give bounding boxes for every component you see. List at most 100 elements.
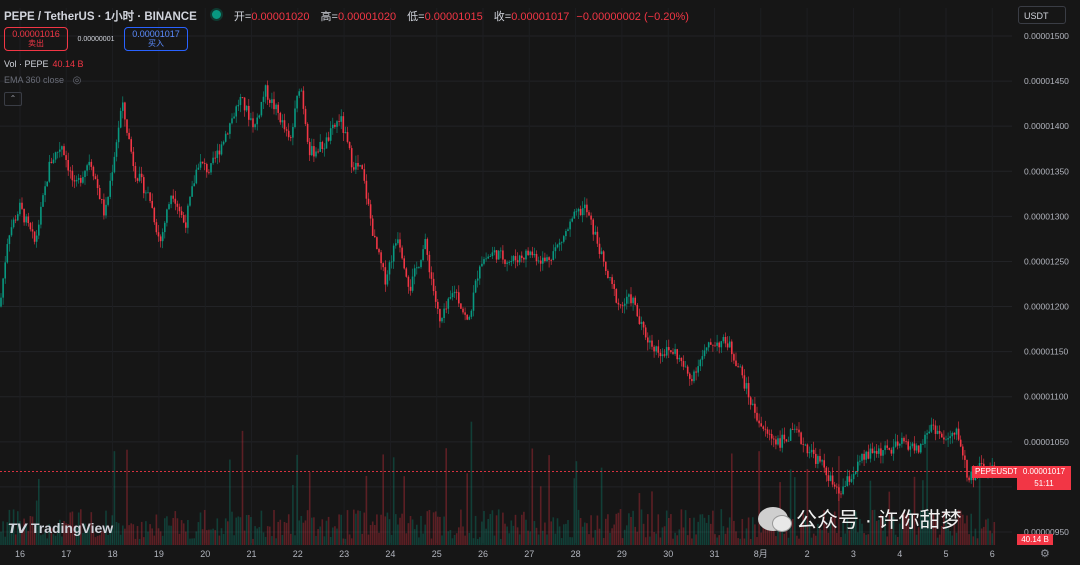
candle-body — [600, 251, 603, 254]
candle-body — [947, 438, 949, 440]
volume-bar — [308, 472, 311, 545]
volume-bar — [264, 536, 267, 545]
candle-body — [590, 215, 592, 220]
candle-body — [884, 445, 886, 451]
candle-body — [134, 166, 137, 179]
candle-body — [84, 170, 86, 178]
candle-body — [224, 133, 227, 142]
watermark-text: 公众号 · 许你甜梦 — [796, 509, 962, 532]
buy-button[interactable]: 0.00001017 买入 — [124, 27, 188, 51]
volume-bar — [395, 514, 397, 545]
candle-body — [726, 343, 729, 348]
volume-bar — [2, 521, 4, 545]
candle-body — [695, 371, 697, 373]
candle-body — [365, 180, 368, 199]
settings-gear-icon[interactable]: ⚙ — [1040, 547, 1050, 560]
candle-body — [348, 141, 351, 149]
candle-body — [892, 446, 895, 454]
candle-body — [285, 129, 288, 131]
volume-bar — [94, 537, 97, 545]
sell-button[interactable]: 0.00001016 卖出 — [4, 27, 68, 51]
price-axis[interactable]: 0.00001500 0.00001450 0.00001400 0.00001350… — [1024, 31, 1069, 537]
candle-body — [531, 251, 534, 256]
volume-bar — [573, 478, 576, 545]
candle-body — [266, 85, 269, 100]
volume-bar — [355, 513, 357, 545]
volume-bar — [227, 521, 229, 545]
candle-body — [605, 261, 607, 271]
volume-bar — [348, 534, 351, 545]
candle-body — [197, 167, 200, 170]
hidden-eye-icon[interactable]: ◎ — [73, 75, 82, 86]
candle-body — [315, 151, 317, 157]
volume-bar — [367, 534, 370, 545]
candle-body — [827, 475, 830, 481]
volume-bar — [376, 514, 378, 545]
candle-body — [565, 231, 567, 237]
candle-body — [714, 345, 716, 347]
buy-label: 买入 — [148, 39, 164, 48]
volume-bar — [987, 518, 989, 545]
volume-bar — [149, 524, 151, 545]
candle-body — [235, 106, 237, 117]
candle-body — [46, 181, 48, 187]
candle-body — [411, 276, 414, 291]
candle-body — [243, 97, 246, 111]
volume-bar — [783, 533, 786, 545]
candle-body — [922, 443, 924, 445]
ema-indicator-legend[interactable]: EMA 360 close ◎ — [4, 75, 81, 86]
candle-body — [33, 231, 36, 242]
candle-body — [472, 292, 475, 311]
volume-bar — [619, 509, 622, 545]
candle-body — [955, 428, 958, 435]
currency-selector[interactable]: USDT — [1018, 6, 1066, 24]
candle-body — [745, 383, 748, 389]
volume-bar — [483, 511, 485, 545]
volume-bar — [569, 537, 571, 545]
volume-bar — [493, 535, 496, 545]
candle-body — [882, 450, 884, 456]
candle-body — [103, 199, 105, 216]
candle-body — [256, 117, 258, 125]
volume-bar — [703, 517, 706, 545]
x-tick-label: 17 — [61, 549, 71, 559]
volume-bar — [476, 538, 479, 545]
volume-bar — [210, 529, 212, 545]
volume-bar — [510, 520, 513, 545]
volume-bar — [756, 537, 758, 545]
collapse-legend-button[interactable]: ⌃ — [4, 92, 22, 106]
candle-body — [560, 241, 563, 243]
volume-bar — [537, 534, 540, 545]
low-label: 低= — [407, 11, 425, 23]
candle-body — [657, 346, 660, 353]
candle-body — [178, 206, 181, 212]
volume-bar — [481, 521, 483, 545]
candle-body — [405, 268, 408, 277]
volume-bar — [46, 538, 48, 545]
volume-bar — [126, 449, 128, 545]
volume-bar — [4, 536, 6, 545]
volume-bar — [710, 523, 712, 545]
candle-body — [964, 455, 966, 460]
tradingview-logo[interactable]: 𝙏𝙑 TradingView — [8, 520, 113, 537]
candle-body — [170, 195, 172, 205]
volume-bar — [256, 528, 258, 545]
candle-body — [403, 258, 405, 269]
candle-body — [384, 267, 387, 285]
symbol-title[interactable]: PEPE / TetherUS · 1小时 · BINANCE — [4, 11, 197, 23]
candlestick-chart[interactable]: 0.00001500 0.00001450 0.00001400 0.00001350… — [0, 0, 1080, 565]
time-axis[interactable]: 16 17 18 19 20 21 22 23 24 25 26 27 28 29 30 31 8月 2 3 4 5 6 — [15, 549, 995, 559]
candle-body — [71, 170, 74, 181]
volume-bar — [382, 454, 384, 545]
ema-label: EMA 360 close — [4, 75, 65, 85]
candle-body — [638, 316, 641, 325]
x-tick-label: 19 — [154, 549, 164, 559]
candle-body — [869, 448, 872, 459]
volume-bar — [119, 534, 122, 545]
volume-bar — [812, 533, 815, 545]
candle-body — [691, 378, 693, 382]
candle-body — [361, 165, 363, 170]
volume-indicator-legend[interactable]: Vol · PEPE 40.14 B — [4, 59, 84, 69]
tradingview-mark-icon: 𝙏𝙑 — [8, 521, 27, 536]
candle-body — [424, 239, 426, 250]
